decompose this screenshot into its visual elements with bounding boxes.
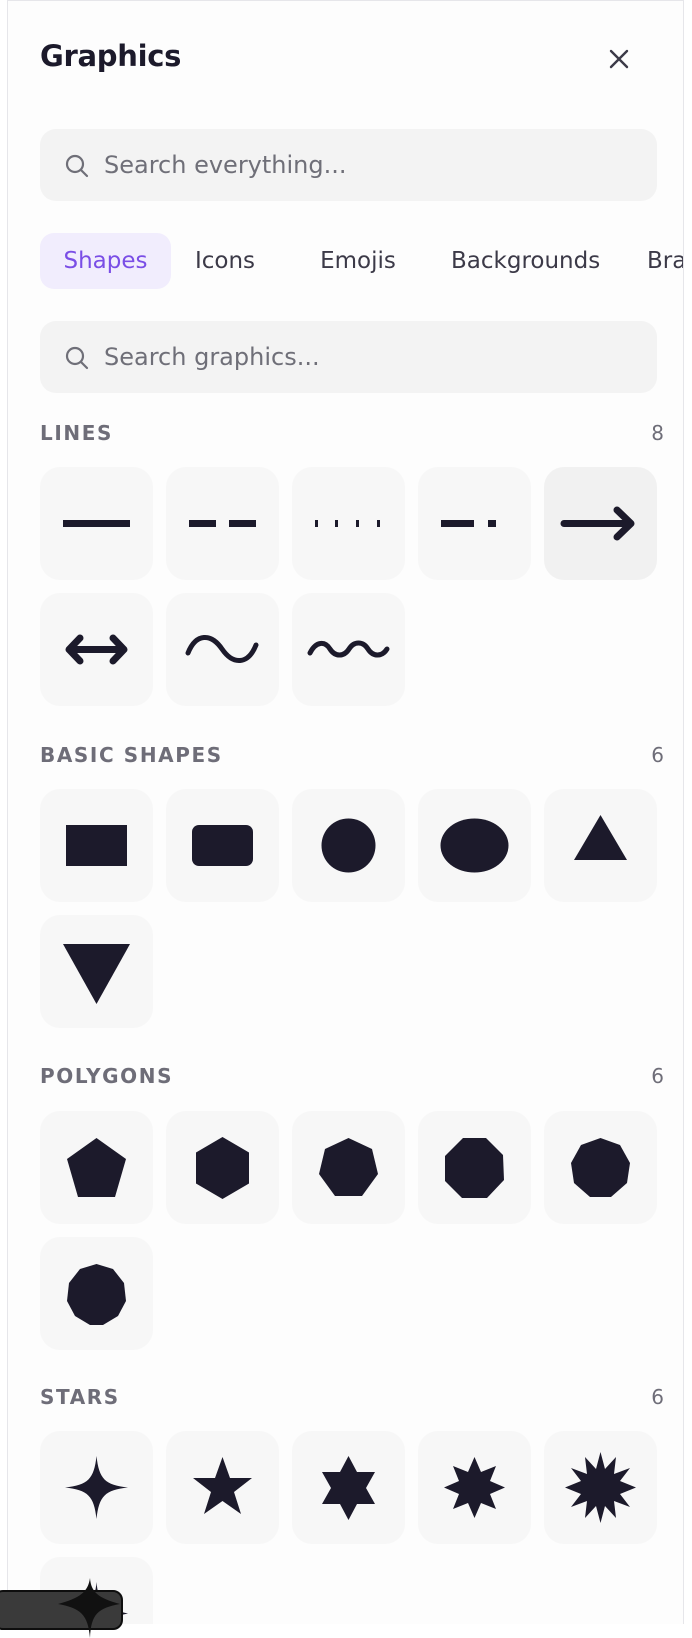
- close-button[interactable]: [605, 45, 633, 73]
- four-point-star-icon: [65, 1456, 128, 1519]
- decagon-icon: [67, 1264, 126, 1325]
- graphic-tile[interactable]: [292, 1431, 405, 1544]
- tab-backgrounds[interactable]: Backgrounds: [451, 233, 600, 289]
- graphic-tile[interactable]: [418, 1431, 531, 1544]
- drag-preview[interactable]: [0, 1578, 123, 1638]
- section-count-basic-shapes: 6: [651, 743, 664, 767]
- heptagon-icon: [319, 1138, 378, 1196]
- hexagon-icon: [196, 1137, 249, 1199]
- dash-dot-line-icon: [441, 520, 496, 527]
- graphic-tile[interactable]: [418, 1111, 531, 1224]
- section-label-stars: STARS: [40, 1385, 120, 1409]
- graphic-tile[interactable]: [544, 1431, 657, 1544]
- small-wave-line-icon: [307, 640, 390, 658]
- graphic-tile[interactable]: [166, 467, 279, 580]
- dotted-line-icon: [315, 520, 380, 527]
- five-point-star-icon: [193, 1457, 252, 1514]
- arrow-right-icon: [560, 506, 635, 541]
- graphic-tile[interactable]: [40, 1237, 153, 1350]
- section-count-polygons: 6: [651, 1064, 664, 1088]
- panel-title: Graphics: [40, 39, 182, 73]
- twelve-point-star-icon: [565, 1452, 636, 1523]
- graphic-tile[interactable]: [418, 467, 531, 580]
- close-icon: [609, 49, 629, 69]
- eight-point-star-icon: [444, 1457, 505, 1518]
- six-point-star-icon: [322, 1456, 375, 1520]
- graphic-tile[interactable]: [166, 1111, 279, 1224]
- graphic-tile[interactable]: [166, 1431, 279, 1544]
- nonagon-icon: [571, 1138, 630, 1197]
- graphic-tile[interactable]: [40, 789, 153, 902]
- graphic-tile[interactable]: [166, 593, 279, 706]
- graphic-tile[interactable]: [292, 467, 405, 580]
- tab-emojis[interactable]: Emojis: [308, 233, 408, 289]
- global-search-input[interactable]: [104, 129, 634, 201]
- tab-icons[interactable]: Icons: [190, 233, 260, 289]
- tab-brands[interactable]: Brands: [647, 233, 683, 289]
- search-icon: [65, 154, 89, 178]
- pentagon-icon: [67, 1138, 126, 1197]
- section-label-basic-shapes: BASIC SHAPES: [40, 743, 223, 767]
- octagon-icon: [445, 1138, 504, 1198]
- section-count-lines: 8: [651, 421, 664, 445]
- graphic-tile[interactable]: [292, 789, 405, 902]
- rectangle-icon: [66, 825, 127, 866]
- section-count-stars: 6: [651, 1385, 664, 1409]
- double-arrow-icon: [65, 634, 128, 665]
- graphics-search-box[interactable]: [40, 321, 657, 393]
- solid-line-icon: [63, 520, 130, 527]
- graphics-panel: Graphics Shapes Icons Emojis Backgrounds…: [7, 0, 684, 1624]
- tab-shapes[interactable]: Shapes: [40, 233, 171, 289]
- ellipse-icon: [440, 818, 509, 873]
- graphic-tile[interactable]: [544, 1111, 657, 1224]
- graphic-tile[interactable]: [40, 1431, 153, 1544]
- graphic-tile[interactable]: [544, 467, 657, 580]
- graphic-tile[interactable]: [544, 789, 657, 902]
- section-label-lines: LINES: [40, 421, 113, 445]
- wave-line-icon: [185, 635, 259, 663]
- circle-icon: [321, 818, 376, 873]
- graphic-tile[interactable]: [40, 467, 153, 580]
- graphic-tile[interactable]: [40, 593, 153, 706]
- triangle-icon: [574, 815, 627, 860]
- inverted-triangle-icon: [63, 944, 130, 1004]
- sparkle-star-icon: [58, 1578, 120, 1638]
- graphic-tile[interactable]: [292, 1111, 405, 1224]
- graphics-search-input[interactable]: [104, 321, 634, 393]
- graphic-tile[interactable]: [40, 915, 153, 1028]
- section-label-polygons: POLYGONS: [40, 1064, 174, 1088]
- graphic-tile[interactable]: [166, 789, 279, 902]
- global-search-box[interactable]: [40, 129, 657, 201]
- rounded-rectangle-icon: [192, 825, 253, 866]
- graphic-tile[interactable]: [40, 1111, 153, 1224]
- search-icon: [65, 346, 89, 370]
- graphic-tile[interactable]: [292, 593, 405, 706]
- graphic-tile[interactable]: [418, 789, 531, 902]
- dashed-line-icon: [189, 520, 256, 527]
